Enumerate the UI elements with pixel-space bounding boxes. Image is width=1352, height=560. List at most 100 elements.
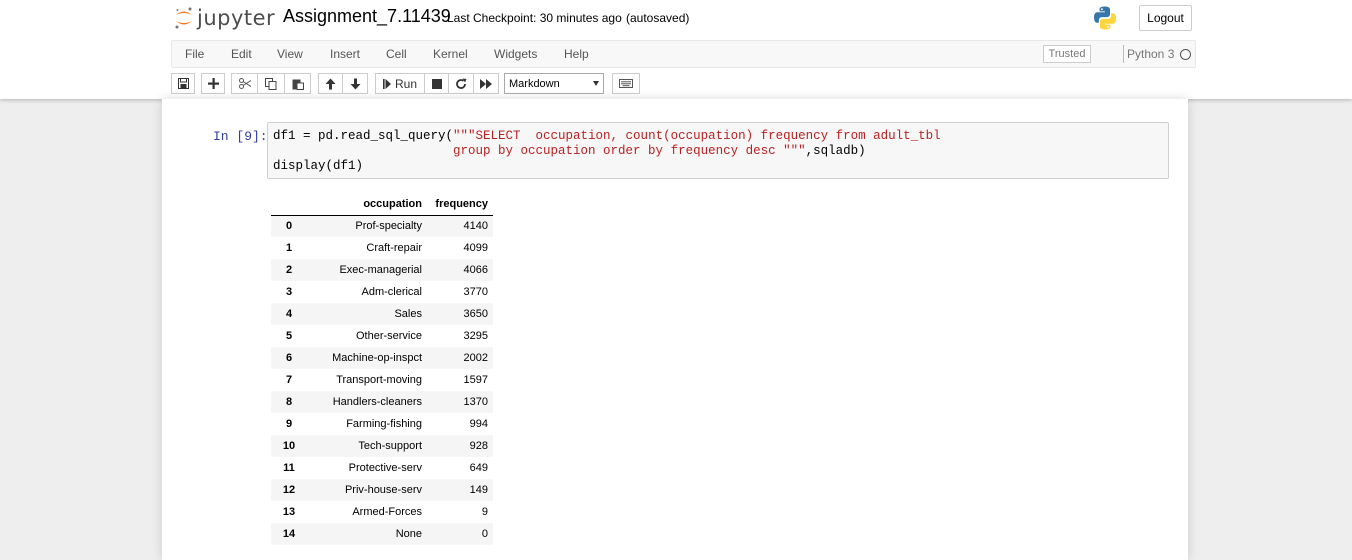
occupation-cell: Machine-op-inspct [332,352,422,364]
paste-button[interactable] [284,73,311,94]
frequency-cell: 0 [481,528,488,540]
frequency-cell: 4099 [463,242,488,254]
table-row: 11 Protective-serv 649 [271,457,493,479]
step-icon [382,78,391,89]
frequency-cell: 4066 [463,264,488,276]
run-button[interactable]: Run [375,73,425,94]
row-index: 12 [282,484,296,496]
cut-button[interactable] [231,73,258,94]
row-index: 2 [285,264,293,276]
menu-help[interactable]: Help [564,47,589,61]
frequency-cell: 928 [469,440,488,452]
restart-button[interactable] [448,73,474,94]
table-row: 10 Tech-support 928 [271,435,493,457]
occupation-cell: Armed-Forces [352,506,422,518]
table-row: 2 Exec-managerial 4066 [271,259,493,281]
occupation-cell: Craft-repair [366,242,422,254]
copy-button[interactable] [257,73,285,94]
menu-cell[interactable]: Cell [386,47,407,61]
occupation-cell: Tech-support [358,440,422,452]
header: jupyter Assignment_7.11439 Last Checkpoi… [0,0,1352,99]
dataframe-table: occupation frequency 0 Prof-specialty 4140… [271,194,493,545]
frequency-cell: 9 [481,506,488,518]
row-index: 9 [285,418,293,430]
move-up-button[interactable] [318,73,343,94]
occupation-cell: Farming-fishing [346,418,422,430]
input-prompt: In [9]: [213,129,268,144]
code-cell-input[interactable]: df1 = pd.read_sql_query("""SELECT occupa… [267,122,1169,179]
occupation-cell: Transport-moving [336,374,422,386]
python-logo-icon [1092,5,1118,36]
trusted-indicator[interactable]: Trusted [1043,45,1091,63]
code-string: group by occupation order by frequency d… [273,144,806,158]
insert-cell-button[interactable] [201,73,225,94]
occupation-cell: None [395,528,422,540]
occupation-cell: Adm-clerical [361,286,422,298]
table-row: 4 Sales 3650 [271,303,493,325]
occupation-cell: Protective-serv [348,462,422,474]
logout-button[interactable]: Logout [1139,5,1192,31]
occupation-cell: Other-service [355,330,422,342]
table-row: 12 Priv-house-serv 149 [271,479,493,501]
row-index: 3 [285,286,293,298]
fast-forward-icon [480,78,492,89]
chevron-down-icon [593,81,599,86]
frequency-cell: 994 [469,418,488,430]
frequency-cell: 149 [469,484,488,496]
table-row: 7 Transport-moving 1597 [271,369,493,391]
stop-icon [431,78,442,89]
table-row: 0 Prof-specialty 4140 [271,215,493,237]
code-line-1: df1 = pd.read_sql_query("""SELECT occupa… [273,129,941,143]
table-row: 6 Machine-op-inspct 2002 [271,347,493,369]
column-header-index [271,194,307,216]
menu-file[interactable]: File [185,47,204,61]
row-index: 14 [282,528,296,540]
frequency-cell: 649 [469,462,488,474]
run-all-button[interactable] [473,73,499,94]
occupation-cell: Prof-specialty [355,220,422,233]
table-body: 0 Prof-specialty 4140 1 Craft-repair 4099 2 Exe… [271,215,493,545]
table-row: 1 Craft-repair 4099 [271,237,493,259]
copy-icon [265,77,277,90]
move-down-button[interactable] [342,73,368,94]
table-header-row: occupation frequency [271,194,493,216]
command-palette-button[interactable] [612,73,640,94]
frequency-cell: 3770 [463,286,488,298]
notebook-name[interactable]: Assignment_7.11439 [283,6,451,27]
frequency-cell: 1597 [463,374,488,386]
frequency-cell: 2002 [463,352,488,364]
table-row: 5 Other-service 3295 [271,325,493,347]
table-row: 9 Farming-fishing 994 [271,413,493,435]
row-index: 4 [285,308,293,320]
kernel-idle-icon [1180,49,1191,60]
logo-text: jupyter [197,6,276,30]
menu-widgets[interactable]: Widgets [494,47,537,61]
menu-insert[interactable]: Insert [330,47,360,61]
cut-icon [238,78,251,89]
save-button[interactable] [171,73,195,94]
menu-kernel[interactable]: Kernel [433,47,468,61]
table-row: 13 Armed-Forces 9 [271,501,493,523]
row-index: 11 [283,462,295,474]
autosave-status: (autosaved) [626,11,690,25]
cell-type-select[interactable]: Markdown [504,73,604,94]
occupation-cell: Sales [394,308,422,320]
interrupt-button[interactable] [424,73,449,94]
kernel-name[interactable]: Python 3 [1127,47,1174,61]
column-header-occupation: occupation [307,194,427,216]
code-text: ,sqladb) [805,144,866,158]
frequency-cell: 1370 [463,396,488,408]
arrow-up-icon [325,78,336,89]
jupyter-logo[interactable]: jupyter [174,4,275,32]
code-line-2: group by occupation order by frequency d… [273,144,866,158]
kernel-separator [1123,45,1124,63]
menu-view[interactable]: View [277,47,303,61]
table-row: 8 Handlers-cleaners 1370 [271,391,493,413]
table-row: 14 None 0 [271,523,493,545]
cell-type-value: Markdown [509,77,560,90]
keyboard-icon [619,79,633,88]
row-index: 13 [282,506,296,518]
restart-icon [456,78,467,89]
menu-edit[interactable]: Edit [231,47,252,61]
jupyter-logo-icon [175,7,192,29]
